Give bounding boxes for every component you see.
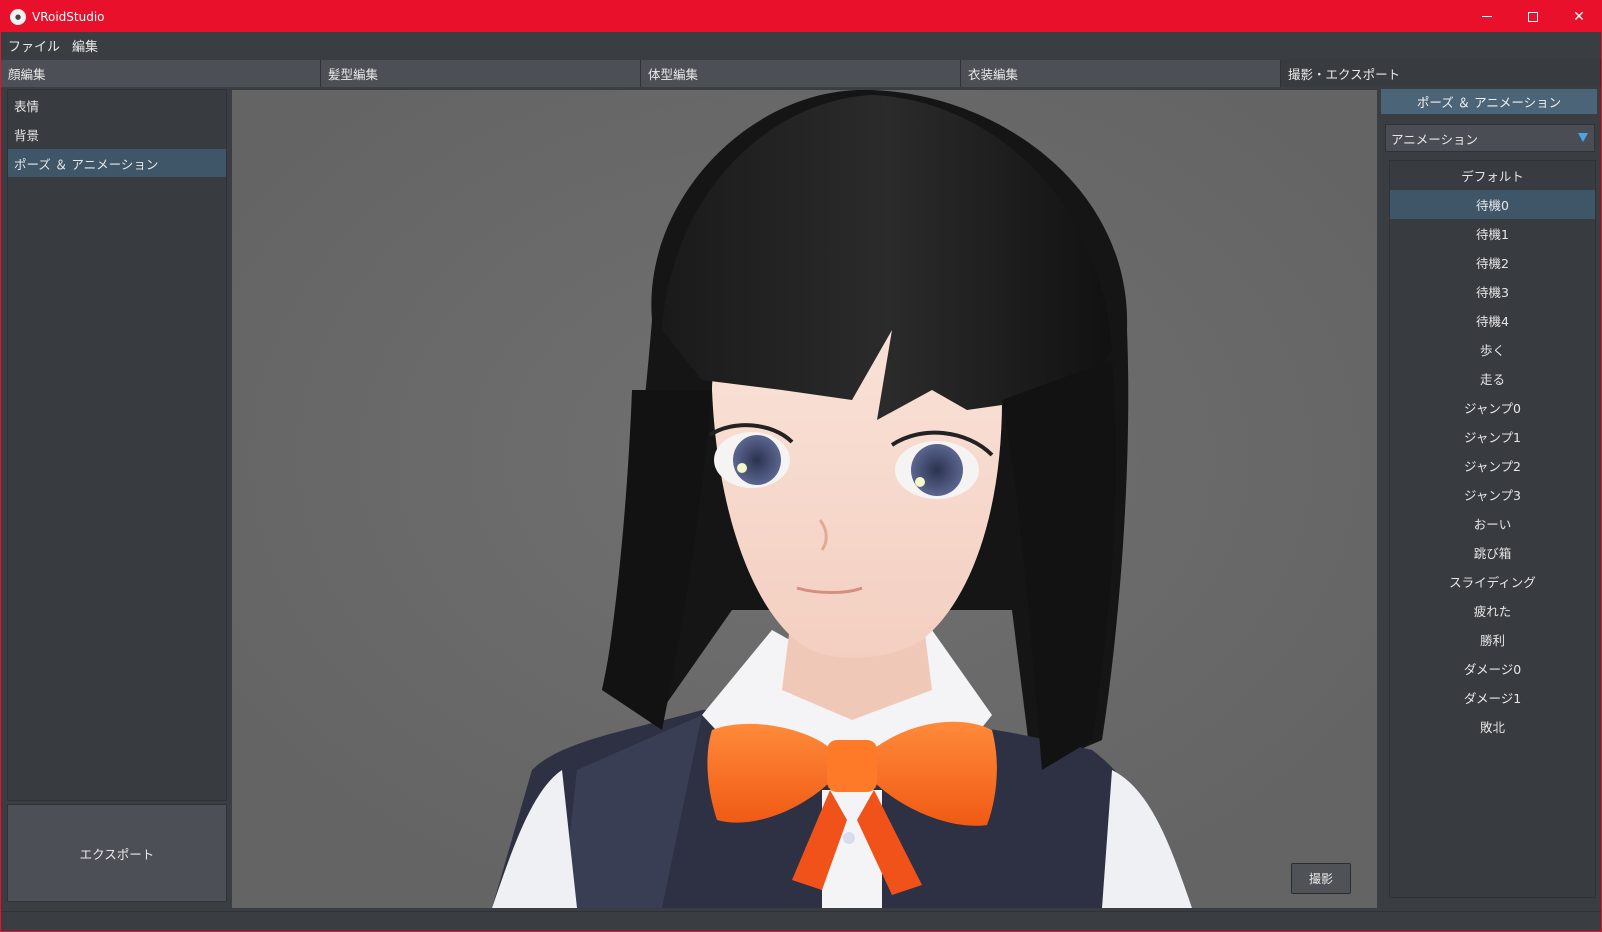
close-icon: ✕ <box>1573 8 1585 25</box>
nav-item-expression[interactable]: 表情 <box>8 91 226 119</box>
title-bar: ● VRoidStudio ✕ <box>1 1 1601 32</box>
animation-item-walk[interactable]: 歩く <box>1390 335 1595 364</box>
animation-list: デフォルト 待機0 待機1 待機2 待機3 待機4 歩く 走る ジャンプ0 ジャ… <box>1389 160 1596 898</box>
panel-header: ポーズ ＆ アニメーション <box>1381 89 1597 114</box>
character-render <box>232 90 1377 908</box>
maximize-button[interactable] <box>1510 1 1556 32</box>
nav-item-pose-animation[interactable]: ポーズ ＆ アニメーション <box>8 149 226 177</box>
maximize-icon <box>1528 11 1538 22</box>
animation-item-jump0[interactable]: ジャンプ0 <box>1390 393 1595 422</box>
animation-item-defeat[interactable]: 敗北 <box>1390 712 1595 741</box>
select-value: アニメーション <box>1391 131 1479 147</box>
tab-face-edit[interactable]: 顔編集 <box>1 60 321 87</box>
animation-item-jump2[interactable]: ジャンプ2 <box>1390 451 1595 480</box>
minimize-button[interactable] <box>1464 1 1510 32</box>
animation-item-victory[interactable]: 勝利 <box>1390 625 1595 654</box>
animation-item-jump1[interactable]: ジャンプ1 <box>1390 422 1595 451</box>
menu-bar: ファイル 編集 <box>1 32 1601 58</box>
minimize-icon <box>1482 16 1492 17</box>
export-button[interactable]: エクスポート <box>7 804 227 902</box>
animation-item-idle2[interactable]: 待機2 <box>1390 248 1595 277</box>
animation-item-default[interactable]: デフォルト <box>1390 161 1595 190</box>
nav-item-background[interactable]: 背景 <box>8 120 226 148</box>
animation-item-idle1[interactable]: 待機1 <box>1390 219 1595 248</box>
window-title: VRoidStudio <box>32 9 105 24</box>
editor-tabs: 顔編集 髪型編集 体型編集 衣装編集 撮影・エクスポート <box>1 59 1601 87</box>
animation-item-vault[interactable]: 跳び箱 <box>1390 538 1595 567</box>
animation-item-hey[interactable]: おーい <box>1390 509 1595 538</box>
right-panel: ポーズ ＆ アニメーション アニメーション デフォルト 待機0 待機1 待機2 … <box>1381 89 1597 907</box>
tab-body-edit[interactable]: 体型編集 <box>641 60 961 87</box>
close-button[interactable]: ✕ <box>1556 1 1602 32</box>
tab-hair-edit[interactable]: 髪型編集 <box>321 60 641 87</box>
left-panel: 表情 背景 ポーズ ＆ アニメーション エクスポート <box>7 89 227 907</box>
shoot-button[interactable]: 撮影 <box>1291 863 1351 894</box>
animation-item-idle4[interactable]: 待機4 <box>1390 306 1595 335</box>
animation-item-damage1[interactable]: ダメージ1 <box>1390 683 1595 712</box>
3d-viewport[interactable]: 撮影 <box>232 90 1377 908</box>
left-nav-list: 表情 背景 ポーズ ＆ アニメーション <box>7 89 227 801</box>
animation-item-tired[interactable]: 疲れた <box>1390 596 1595 625</box>
dropdown-arrow-icon <box>1578 133 1588 142</box>
animation-item-damage0[interactable]: ダメージ0 <box>1390 654 1595 683</box>
app-window: ● VRoidStudio ✕ ファイル 編集 顔編集 髪型編集 体型編集 衣装… <box>0 0 1602 932</box>
animation-item-run[interactable]: 走る <box>1390 364 1595 393</box>
animation-item-jump3[interactable]: ジャンプ3 <box>1390 480 1595 509</box>
tab-photo-export[interactable]: 撮影・エクスポート <box>1281 59 1601 87</box>
menu-edit[interactable]: 編集 <box>72 36 98 55</box>
vroid-app-icon: ● <box>10 8 26 25</box>
tab-outfit-edit[interactable]: 衣装編集 <box>961 60 1281 87</box>
animation-item-idle3[interactable]: 待機3 <box>1390 277 1595 306</box>
status-bar <box>1 911 1601 931</box>
animation-type-select[interactable]: アニメーション <box>1385 124 1595 152</box>
animation-item-sliding[interactable]: スライディング <box>1390 567 1595 596</box>
animation-item-idle0[interactable]: 待機0 <box>1390 190 1595 219</box>
menu-file[interactable]: ファイル <box>8 36 60 55</box>
